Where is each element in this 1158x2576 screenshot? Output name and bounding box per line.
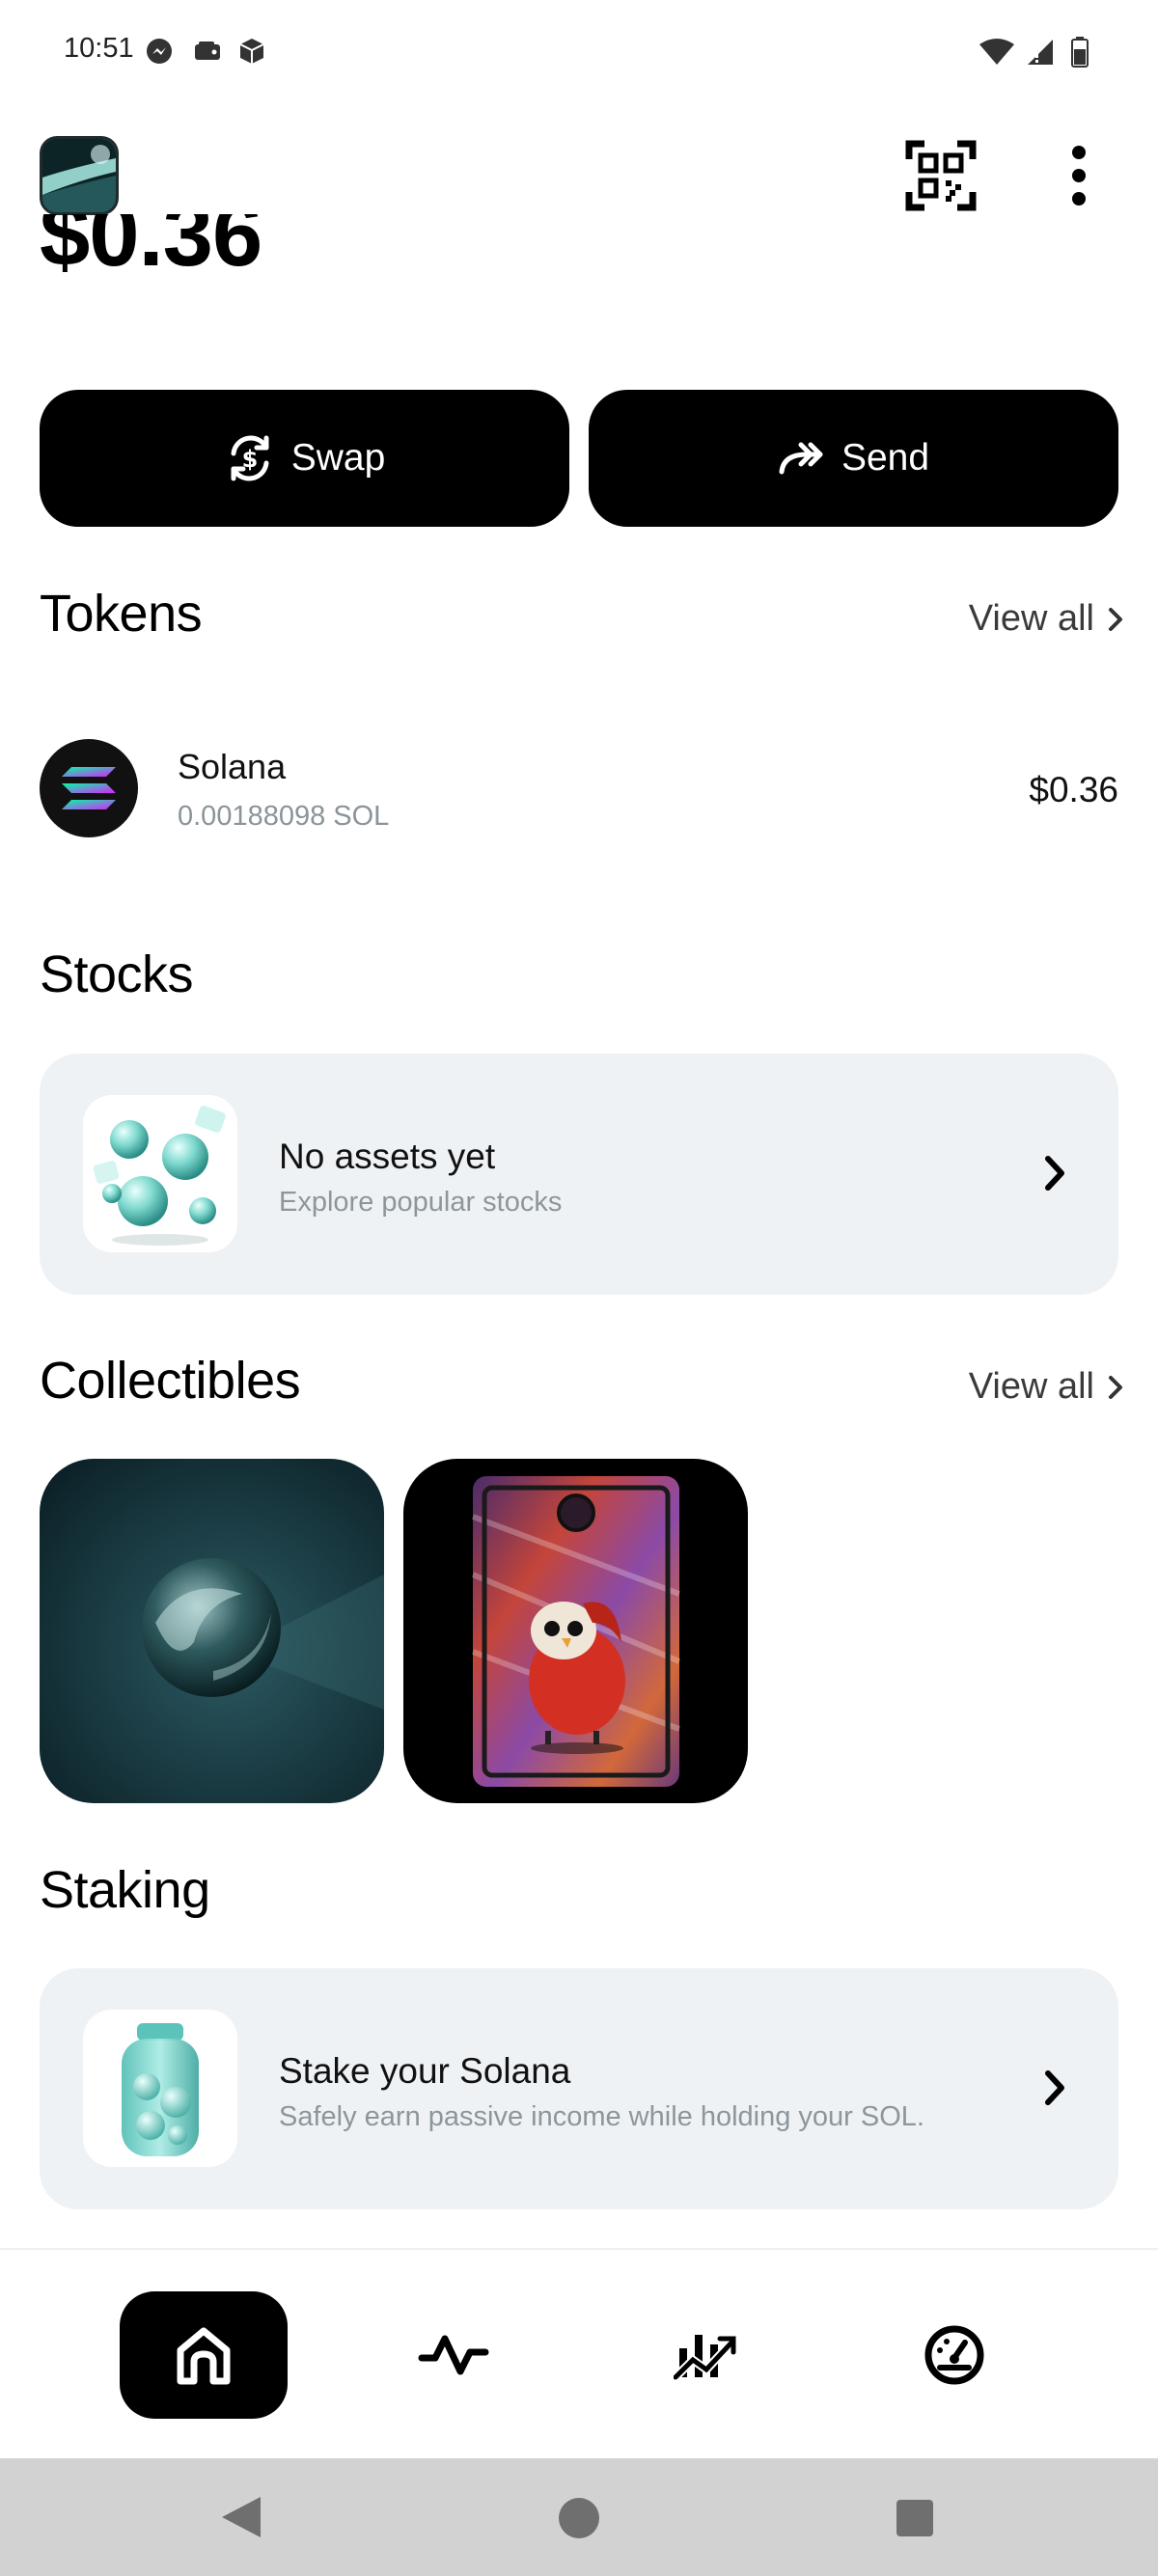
tokens-view-all[interactable]: View all: [969, 598, 1123, 640]
bottom-navigation: [0, 2248, 1158, 2458]
send-label: Send: [841, 437, 930, 479]
staking-card-subtitle: Safely earn passive income while holding…: [279, 2101, 924, 2132]
battery-icon: [1071, 37, 1089, 72]
staking-card-title: Stake your Solana: [279, 2051, 571, 2091]
account-avatar[interactable]: [40, 136, 119, 215]
swap-label: Swap: [290, 437, 386, 479]
token-name: Solana: [178, 747, 287, 786]
activity-icon: [418, 2335, 489, 2375]
staking-title: Staking: [40, 1861, 210, 1919]
stocks-illustration: [83, 1095, 237, 1252]
back-icon[interactable]: [220, 2495, 262, 2539]
token-row-solana[interactable]: Solana 0.00188098 SOL $0.36: [40, 739, 1118, 839]
svg-text:$: $: [241, 446, 258, 473]
trending-icon: [674, 2335, 737, 2382]
dashboard-icon: [924, 2325, 984, 2385]
messenger-icon: [145, 37, 174, 70]
home-circle-icon[interactable]: [558, 2497, 600, 2539]
stocks-card-title: No assets yet: [279, 1137, 496, 1176]
staking-card[interactable]: Stake your Solana Safely earn passive in…: [40, 1968, 1118, 2209]
recents-icon[interactable]: [896, 2499, 934, 2537]
stocks-card-subtitle: Explore popular stocks: [279, 1187, 563, 1218]
send-button[interactable]: Send: [589, 390, 1118, 527]
swap-icon: $: [231, 435, 269, 481]
chevron-right-icon: [1109, 607, 1122, 631]
collectibles-view-all[interactable]: View all: [969, 1366, 1123, 1408]
chevron-right-icon: [1109, 1375, 1122, 1399]
qr-code-button[interactable]: [900, 135, 981, 216]
status-time: 10:51: [64, 33, 134, 64]
home-icon: [177, 2327, 231, 2385]
status-bar: 10:51: [0, 0, 1158, 106]
token-value: $0.36: [1029, 770, 1118, 809]
stocks-title: Stocks: [40, 945, 194, 1003]
token-amount: 0.00188098 SOL: [178, 801, 390, 832]
tokens-view-all-label: View all: [968, 598, 1094, 639]
more-vertical-icon: [1072, 146, 1086, 206]
qr-code-icon: [905, 140, 977, 211]
swap-button[interactable]: $ Swap: [40, 390, 569, 527]
wifi-icon: [979, 39, 1015, 70]
collectibles-title: Collectibles: [40, 1352, 301, 1410]
solana-logo-icon: [40, 739, 138, 837]
nav-home[interactable]: [120, 2291, 288, 2419]
system-navigation-bar: [0, 2458, 1158, 2576]
nav-activity[interactable]: [370, 2291, 538, 2419]
tokens-title: Tokens: [40, 585, 203, 643]
nav-dashboard[interactable]: [870, 2291, 1038, 2419]
total-balance: $0.36: [40, 214, 262, 285]
chevron-right-icon: [1045, 2070, 1064, 2105]
box-icon: [237, 37, 266, 70]
collectible-orb[interactable]: [40, 1459, 384, 1803]
wallet-card-icon: [193, 37, 222, 70]
more-menu-button[interactable]: [1038, 135, 1119, 216]
staking-jar-illustration: [83, 2010, 237, 2167]
stocks-card[interactable]: No assets yet Explore popular stocks: [40, 1054, 1118, 1295]
nav-trending[interactable]: [621, 2291, 789, 2419]
send-icon: [779, 442, 823, 475]
collectible-owl-card[interactable]: [403, 1459, 748, 1803]
signal-icon: [1026, 39, 1055, 70]
chevron-right-icon: [1045, 1156, 1064, 1191]
collectibles-view-all-label: View all: [968, 1366, 1094, 1407]
